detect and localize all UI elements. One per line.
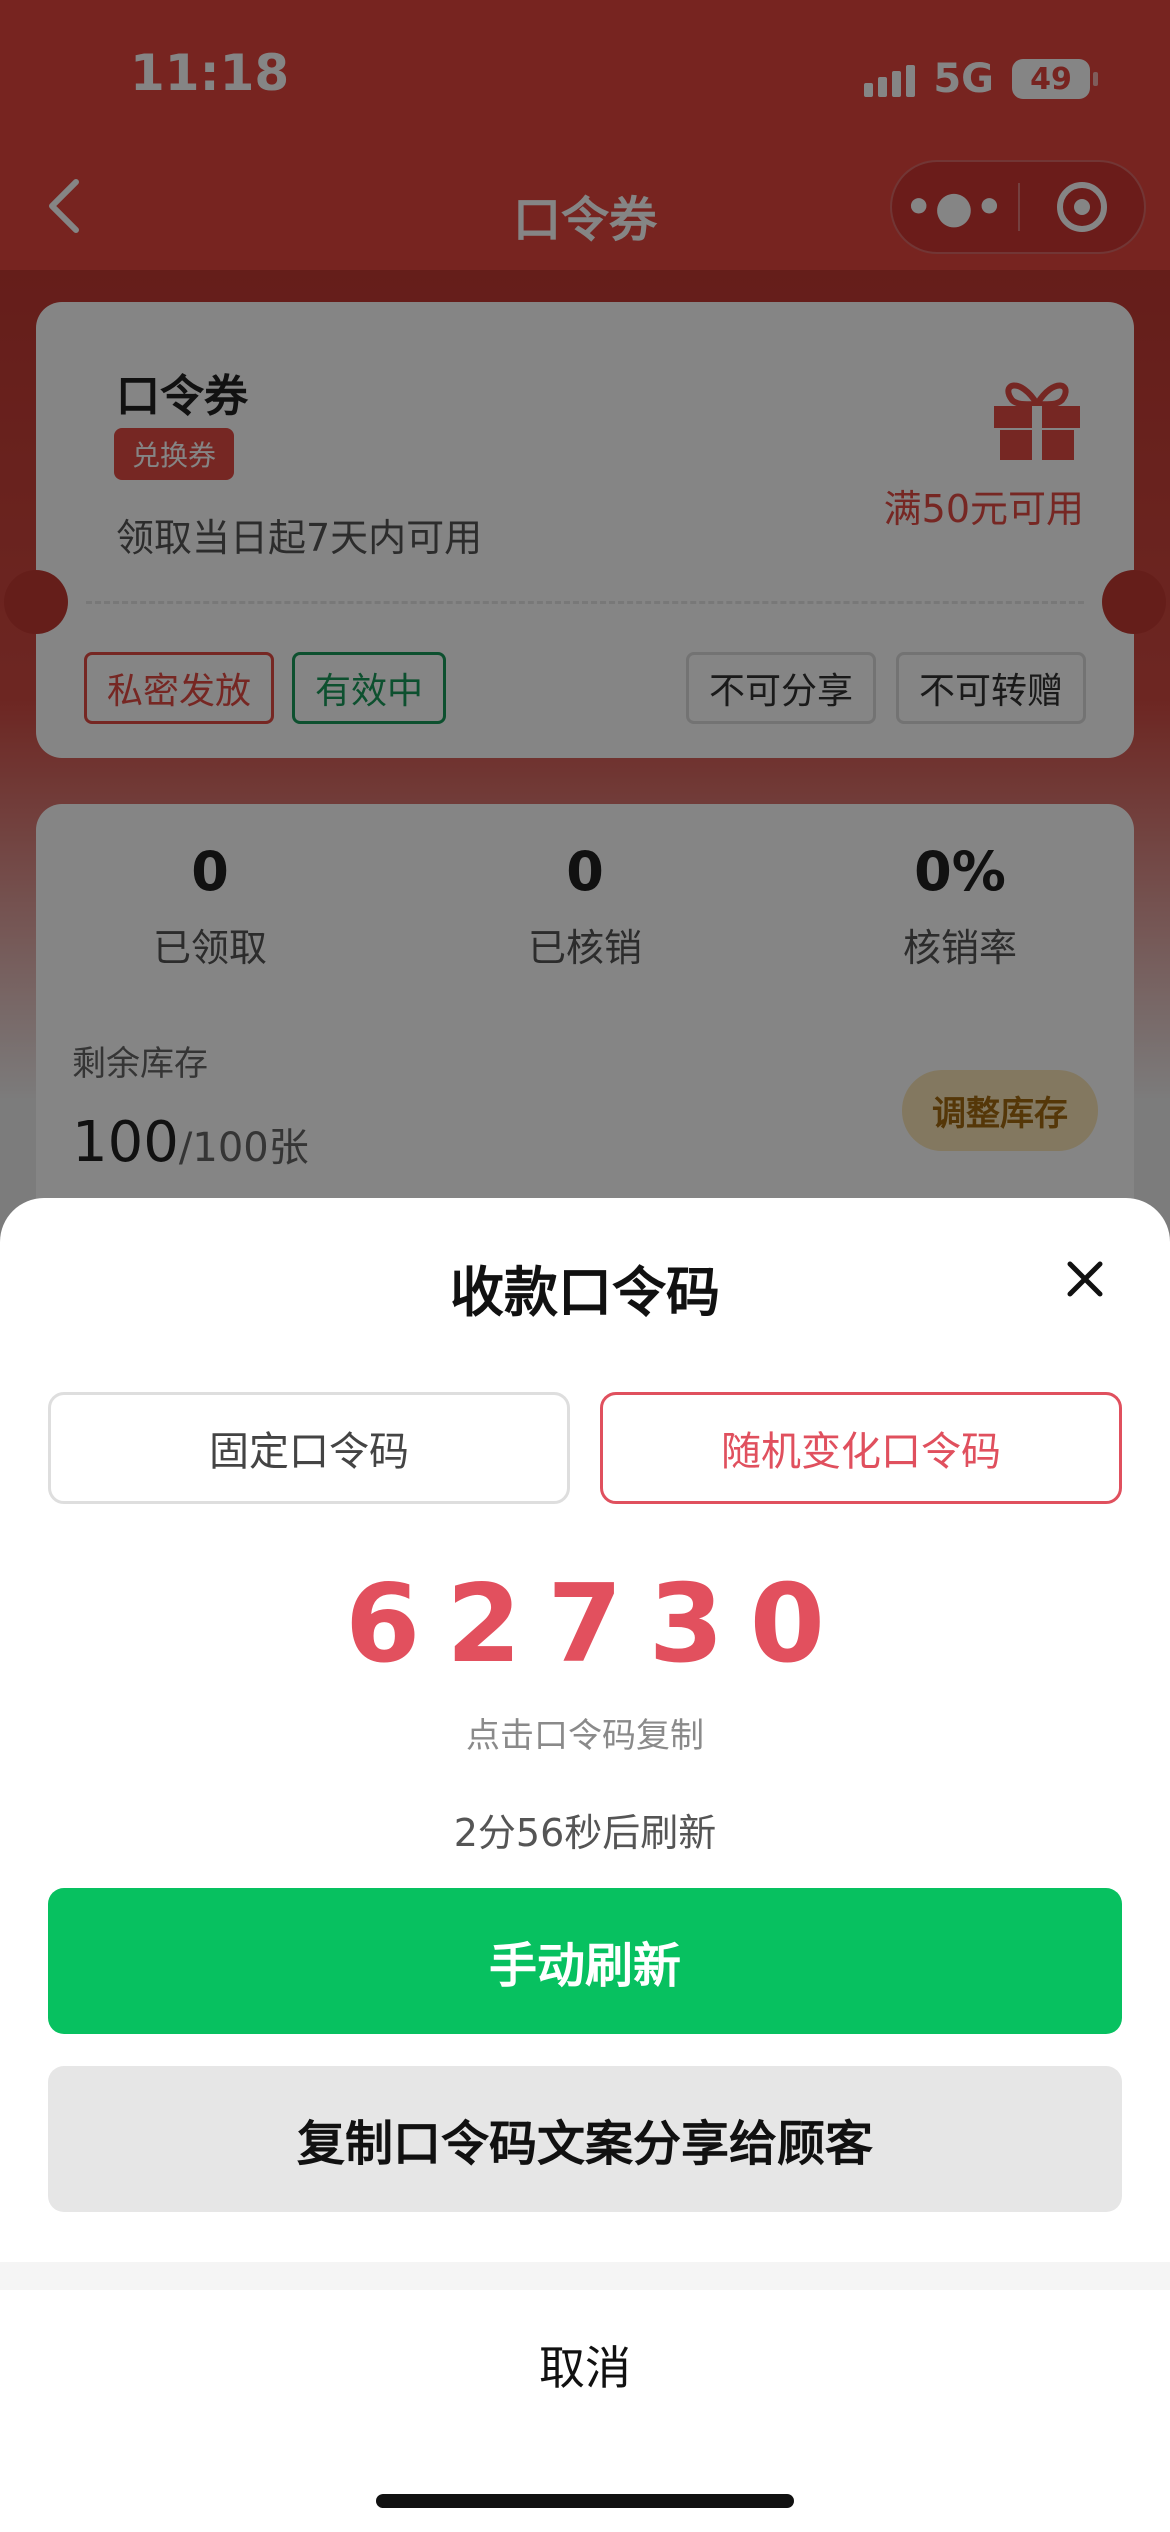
copy-hint: 点击口令码复制 xyxy=(466,1716,704,1756)
sheet-divider xyxy=(0,2262,1170,2290)
share-copy-button[interactable]: 复制口令码文案分享给顾客 xyxy=(48,2066,1122,2212)
bottom-sheet: 收款口令码 固定口令码 随机变化口令码 62730 点击口令码复制 2分56秒后… xyxy=(0,1198,1170,2532)
cancel-button[interactable]: 取消 xyxy=(0,2332,1170,2398)
tab-fixed-code[interactable]: 固定口令码 xyxy=(48,1392,570,1504)
tab-random-code[interactable]: 随机变化口令码 xyxy=(600,1392,1122,1504)
home-indicator xyxy=(376,2494,794,2508)
manual-refresh-button[interactable]: 手动刷新 xyxy=(48,1888,1122,2034)
refresh-countdown: 2分56秒后刷新 xyxy=(453,1811,717,1855)
close-icon[interactable] xyxy=(1060,1254,1110,1304)
sheet-title: 收款口令码 xyxy=(450,1261,720,1324)
passcode-value[interactable]: 62730 xyxy=(0,1562,1170,1687)
